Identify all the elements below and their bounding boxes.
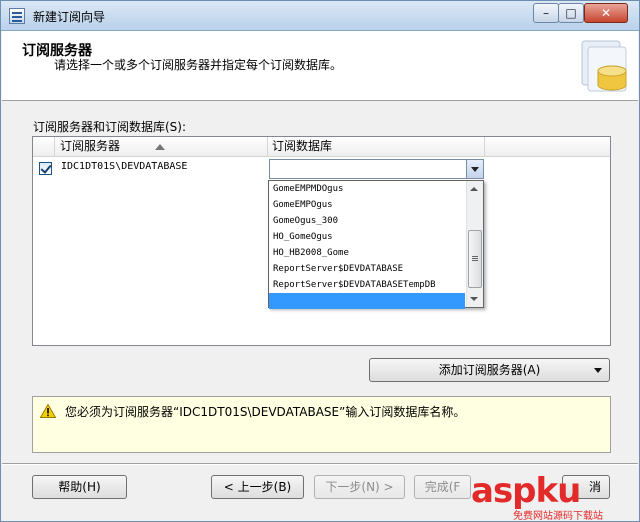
scroll-thumb[interactable]	[468, 230, 482, 288]
table-row: IDC1DT01S\DEVDATABASE	[33, 157, 610, 179]
subscribers-label: 订阅服务器和订阅数据库(S):	[33, 120, 187, 134]
dropdown-option[interactable]: HO_GomeOgus	[269, 229, 465, 245]
database-wizard-icon	[581, 40, 627, 92]
add-subscriber-button[interactable]: 添加订阅服务器(A)	[369, 358, 610, 382]
page-subtitle: 请选择一个或多个订阅服务器并指定每个订阅数据库。	[54, 58, 343, 72]
footer-divider	[2, 463, 638, 465]
dropdown-option[interactable]: ReportServer$DEVDATABASETempDB	[269, 277, 465, 293]
finish-button[interactable]: 完成(F	[414, 475, 471, 499]
dropdown-option-selected[interactable]	[269, 293, 465, 309]
next-button[interactable]: 下一步(N) >	[314, 475, 405, 499]
watermark-logo-text: aspku	[471, 471, 581, 511]
validation-message: 您必须为订阅服务器“IDC1DT01S\DEVDATABASE”输入订阅数据库名…	[65, 405, 466, 419]
grid-header: 订阅服务器 订阅数据库	[33, 137, 610, 157]
site-watermark: aspku 免费网站源码下载站	[471, 471, 639, 522]
title-bar: 新建订阅向导 – □ ✕	[1, 1, 639, 31]
chevron-down-icon	[594, 368, 602, 373]
grid-header-database-label: 订阅数据库	[272, 139, 333, 153]
back-button[interactable]: < 上一步(B)	[211, 475, 304, 499]
grid-header-checkbox-column	[33, 137, 55, 157]
grid-header-subscriber[interactable]: 订阅服务器	[55, 137, 268, 157]
window-title: 新建订阅向导	[33, 10, 106, 24]
dropdown-option[interactable]: GomeEMPMDOgus	[269, 181, 465, 197]
subscriber-cell: IDC1DT01S\DEVDATABASE	[61, 161, 188, 172]
dropdown-scrollbar[interactable]	[466, 181, 483, 307]
sort-ascending-icon	[155, 144, 165, 150]
database-dropdown-list[interactable]: GomeEMPMDOgus GomeEMPOgus GomeOgus_300 H…	[268, 180, 484, 309]
minimize-button[interactable]: –	[533, 3, 559, 23]
close-button[interactable]: ✕	[584, 3, 628, 23]
dropdown-option[interactable]: ReportServer$DEVDATABASE	[269, 261, 465, 277]
warning-icon	[40, 404, 56, 418]
add-subscriber-label: 添加订阅服务器(A)	[438, 363, 541, 377]
scroll-down-icon[interactable]	[470, 297, 478, 301]
validation-message-panel: 您必须为订阅服务器“IDC1DT01S\DEVDATABASE”输入订阅数据库名…	[32, 396, 611, 453]
row-select-checkbox[interactable]	[39, 162, 52, 175]
grid-header-subscriber-label: 订阅服务器	[60, 139, 121, 153]
wizard-window: 新建订阅向导 – □ ✕ 订阅服务器 请选择一个或多个订阅服务器并指定每个订阅数…	[0, 0, 640, 522]
subscription-database-combobox[interactable]	[269, 159, 484, 179]
chevron-down-icon[interactable]	[466, 160, 483, 178]
dropdown-option[interactable]: GomeOgus_300	[269, 213, 465, 229]
maximize-button[interactable]: □	[558, 3, 584, 23]
dropdown-option[interactable]: HO_HB2008_Gome	[269, 245, 465, 261]
grid-header-database[interactable]: 订阅数据库	[268, 137, 485, 157]
help-button[interactable]: 帮助(H)	[32, 475, 127, 499]
wizard-header: 订阅服务器 请选择一个或多个订阅服务器并指定每个订阅数据库。	[2, 31, 638, 101]
dropdown-option[interactable]: GomeEMPOgus	[269, 197, 465, 213]
scroll-up-icon[interactable]	[470, 187, 478, 191]
app-icon	[9, 8, 25, 24]
watermark-subtitle: 免费网站源码下载站	[513, 511, 603, 522]
